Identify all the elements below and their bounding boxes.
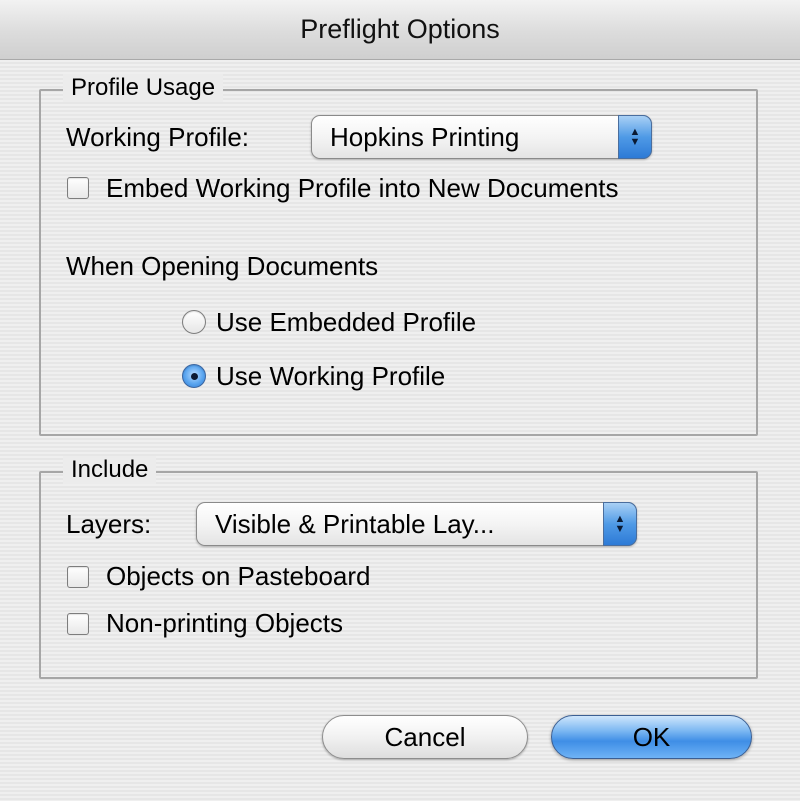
layers-popup[interactable]: Visible & Printable Lay... ▲ ▼ bbox=[196, 502, 637, 546]
profile-usage-label: Profile Usage bbox=[63, 74, 224, 102]
working-profile-value: Hopkins Printing bbox=[330, 121, 520, 152]
non-printing-objects-label[interactable]: Non-printing Objects bbox=[106, 608, 343, 639]
working-profile-popup[interactable]: Hopkins Printing ▲ ▼ bbox=[311, 115, 652, 159]
embed-working-profile-checkbox[interactable] bbox=[67, 177, 89, 199]
working-profile-label: Working Profile: bbox=[66, 122, 250, 152]
use-embedded-profile-label[interactable]: Use Embedded Profile bbox=[216, 307, 476, 338]
cancel-button[interactable]: Cancel bbox=[322, 715, 528, 759]
use-working-profile-label[interactable]: Use Working Profile bbox=[216, 361, 445, 392]
embed-working-profile-label[interactable]: Embed Working Profile into New Documents bbox=[106, 173, 619, 204]
objects-on-pasteboard-checkbox[interactable] bbox=[67, 566, 89, 588]
ok-button-label: OK bbox=[632, 721, 671, 752]
use-working-profile-radio[interactable] bbox=[182, 364, 206, 388]
radio-selected-dot-icon bbox=[191, 373, 198, 380]
objects-on-pasteboard-label[interactable]: Objects on Pasteboard bbox=[106, 561, 371, 592]
dialog-title: Preflight Options bbox=[300, 14, 500, 44]
popup-arrows-icon: ▲ ▼ bbox=[603, 502, 637, 546]
layers-value: Visible & Printable Lay... bbox=[215, 508, 495, 539]
include-label: Include bbox=[63, 456, 157, 484]
popup-arrows-icon: ▲ ▼ bbox=[618, 115, 652, 159]
use-embedded-profile-radio[interactable] bbox=[182, 310, 206, 334]
when-opening-documents-label: When Opening Documents bbox=[66, 251, 379, 281]
layers-label: Layers: bbox=[66, 509, 152, 539]
title-bar[interactable]: Preflight Options bbox=[0, 0, 800, 60]
preflight-options-dialog: Preflight Options Profile Usage Working … bbox=[0, 0, 800, 801]
cancel-button-label: Cancel bbox=[384, 721, 466, 752]
ok-button[interactable]: OK bbox=[551, 715, 752, 759]
non-printing-objects-checkbox[interactable] bbox=[67, 613, 89, 635]
